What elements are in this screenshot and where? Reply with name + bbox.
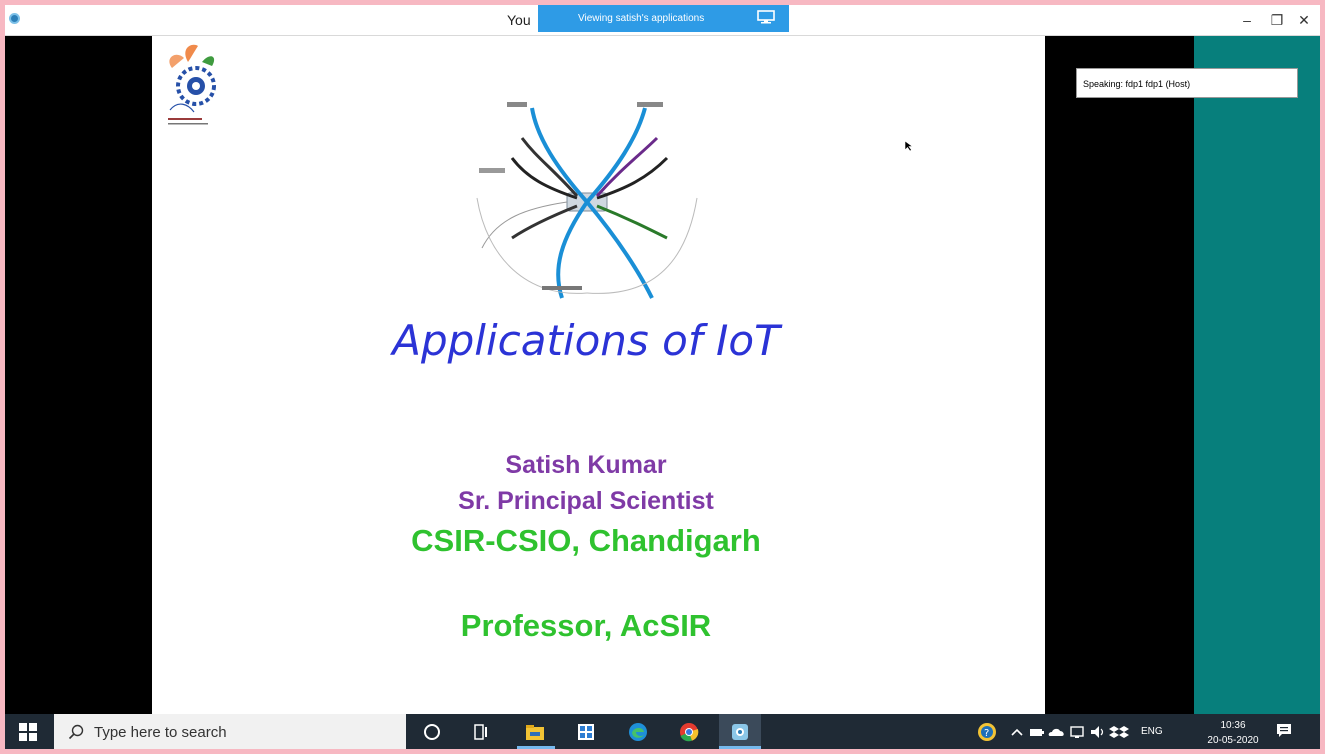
battery-icon[interactable] [1026,721,1048,743]
mouse-cursor-icon [904,140,914,152]
search-placeholder: Type here to search [94,724,227,741]
csir-logo-icon [168,44,216,125]
author-role: Sr. Principal Scientist [458,487,714,515]
windows-start-icon[interactable] [19,723,37,741]
onedrive-icon[interactable] [1046,721,1068,743]
viewing-banner[interactable]: Viewing satish's applications [538,5,789,32]
language-indicator[interactable]: ENG [1141,726,1163,749]
clock-time: 10:36 [1220,720,1246,731]
cortana-icon[interactable] [421,721,443,743]
close-button[interactable]: ✕ [1293,11,1315,29]
taskbar-clock[interactable]: 10:36 20-05-2020 [1207,718,1259,748]
meeting-running-indicator [719,746,761,749]
iot-mindmap-image [476,102,698,299]
task-view-icon[interactable] [470,721,492,743]
viewing-banner-text: Viewing satish's applications [578,13,705,24]
svg-text:?: ? [984,728,989,739]
network-icon[interactable] [1067,721,1089,743]
store-app-icon[interactable] [575,721,597,743]
participant-video-panel [1194,36,1320,714]
speaking-indicator: Speaking: fdp1 fdp1 (Host) [1076,68,1298,98]
help-tray-icon[interactable]: ? [976,721,998,743]
taskbar-search-input[interactable]: Type here to search [54,714,406,749]
author-name: Satish Kumar [505,451,667,479]
window-title: You [507,12,531,28]
author-professor-line: Professor, AcSIR [460,608,712,643]
explorer-running-indicator [517,746,555,749]
file-explorer-icon[interactable] [524,721,546,743]
search-icon [68,724,84,740]
clock-date: 20-05-2020 [1207,735,1259,746]
monitor-icon[interactable] [757,10,775,24]
edge-browser-icon[interactable] [627,721,649,743]
minimize-button[interactable]: – [1236,11,1258,29]
shared-slide: Applications of IoT Satish Kumar Sr. Pri… [152,36,1045,714]
volume-icon[interactable] [1087,721,1109,743]
screen: You Viewing satish's applications – ❐ ✕ [5,5,1320,749]
chevron-up-icon[interactable] [1006,721,1028,743]
chrome-browser-icon[interactable] [678,721,700,743]
slide-title: Applications of IoT [392,316,780,365]
restore-button[interactable]: ❐ [1266,11,1288,29]
author-organization: CSIR-CSIO, Chandigarh [411,523,761,558]
title-bar: You Viewing satish's applications – ❐ ✕ [5,5,1320,36]
app-icon [9,13,20,24]
dropbox-icon[interactable] [1108,721,1130,743]
windows-taskbar: Type here to search ? ENG 10:36 20-05-20… [5,714,1320,749]
notification-center-icon[interactable] [1276,723,1292,739]
meeting-app-icon[interactable] [729,721,751,743]
